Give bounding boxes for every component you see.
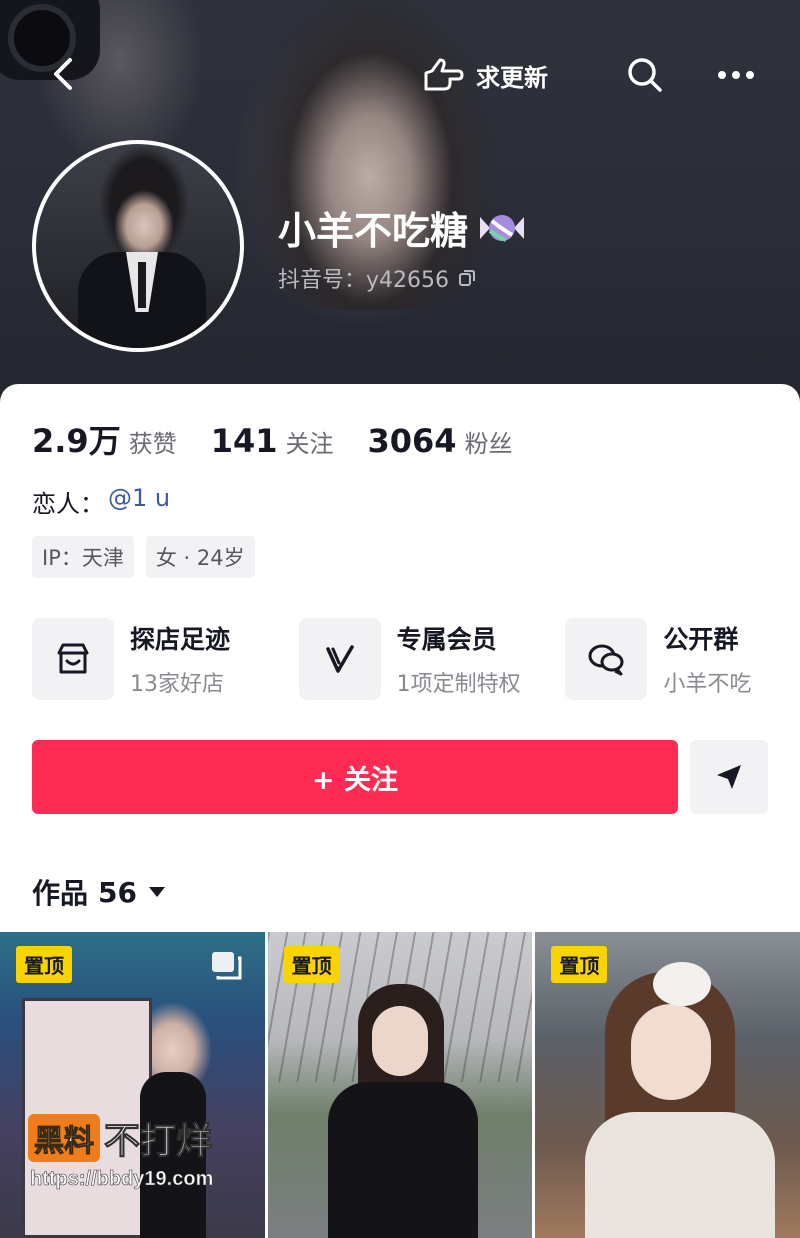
vip-icon bbox=[325, 645, 354, 673]
group-chat-icon bbox=[588, 644, 624, 676]
send-arrow-icon bbox=[717, 765, 741, 789]
image-set-icon bbox=[212, 952, 242, 980]
pinned-badge: 置顶 bbox=[283, 946, 340, 983]
shop-icon bbox=[57, 643, 89, 674]
works-tab[interactable]: 作品 56 bbox=[32, 872, 167, 912]
more-dots-icon bbox=[718, 71, 754, 79]
service-vip-title: 专属会员 bbox=[396, 625, 497, 654]
search-button[interactable] bbox=[624, 54, 666, 96]
ip-tag: IP：天津 bbox=[32, 536, 134, 578]
avatar[interactable] bbox=[32, 140, 244, 352]
stat-likes[interactable]: 2.9万 获赞 bbox=[32, 416, 177, 462]
stat-followers[interactable]: 3064 粉丝 bbox=[368, 422, 513, 460]
video-thumbnail[interactable]: 置顶 bbox=[535, 932, 800, 1238]
back-button[interactable] bbox=[44, 52, 84, 96]
lover-link[interactable]: @1 u bbox=[108, 484, 170, 519]
request-update-label: 求更新 bbox=[476, 63, 548, 92]
service-shop-visits[interactable]: 探店足迹 13家好店 bbox=[32, 618, 299, 700]
stat-following-count: 141 bbox=[210, 422, 278, 460]
service-group[interactable]: 公开群 小羊不吃 bbox=[565, 618, 800, 700]
lover-label: 恋人： bbox=[32, 490, 104, 518]
stat-following-label: 关注 bbox=[285, 430, 334, 458]
service-group-sub: 小羊不吃 bbox=[663, 672, 752, 697]
service-shop-sub: 13家好店 bbox=[130, 672, 224, 697]
service-vip[interactable]: 专属会员 1项定制特权 bbox=[298, 618, 566, 700]
service-vip-sub: 1项定制特权 bbox=[396, 672, 521, 697]
nickname: 小羊不吃糖 bbox=[278, 200, 528, 255]
copy-icon[interactable] bbox=[457, 268, 477, 288]
service-shop-title: 探店足迹 bbox=[130, 625, 231, 654]
stat-followers-count: 3064 bbox=[367, 422, 457, 460]
follow-button-label: + 关注 bbox=[311, 764, 399, 796]
pinned-badge: 置顶 bbox=[551, 946, 608, 983]
chevron-left-icon bbox=[54, 58, 72, 90]
stat-followers-label: 粉丝 bbox=[464, 430, 513, 458]
service-group-title: 公开群 bbox=[663, 625, 739, 654]
gender-age-tag: 女 · 24岁 bbox=[145, 536, 255, 578]
works-tab-count: 56 bbox=[98, 875, 137, 909]
stat-likes-label: 获赞 bbox=[128, 430, 177, 458]
account-id[interactable]: 抖音号：y42656 bbox=[278, 262, 477, 294]
watermark-box: 黑料 bbox=[28, 1114, 100, 1162]
video-thumbnail[interactable]: 置顶 bbox=[267, 932, 533, 1238]
share-button[interactable] bbox=[690, 740, 768, 814]
stat-following[interactable]: 141 关注 bbox=[211, 422, 334, 460]
profile-tags: IP：天津 女 · 24岁 bbox=[32, 536, 255, 578]
nickname-text: 小羊不吃糖 bbox=[278, 209, 469, 253]
profile-sheet: 2.9万 获赞 141 关注 3064 粉丝 恋人： @1 u IP：天津 女 … bbox=[0, 384, 800, 1238]
works-tab-label: 作品 bbox=[32, 877, 89, 910]
candy-icon bbox=[480, 214, 525, 242]
video-thumbnail[interactable]: 置顶 黑料 不打烊 https://bbdy19.com bbox=[0, 932, 265, 1238]
caret-down-icon bbox=[148, 887, 165, 897]
stat-likes-count: 2.9万 bbox=[32, 422, 121, 460]
services-row: 探店足迹 13家好店 专属会员 1项定制特权 公开群 小羊不吃 bbox=[32, 618, 800, 700]
request-update-button[interactable]: 求更新 bbox=[420, 52, 548, 98]
stats-row: 2.9万 获赞 141 关注 3064 粉丝 bbox=[32, 416, 513, 462]
watermark: 黑料 不打烊 bbox=[28, 1112, 213, 1164]
account-id-text: 抖音号：y42656 bbox=[278, 268, 450, 293]
follow-button[interactable]: + 关注 bbox=[32, 740, 678, 814]
search-icon bbox=[628, 58, 662, 92]
pinned-badge: 置顶 bbox=[16, 946, 72, 983]
watermark-url: https://bbdy19.com bbox=[30, 1168, 214, 1191]
pointing-hand-icon bbox=[424, 58, 464, 91]
works-grid: 置顶 黑料 不打烊 https://bbdy19.com 置顶 置顶 bbox=[0, 932, 800, 1238]
lover-line: 恋人： @1 u bbox=[32, 484, 170, 519]
watermark-text: 不打烊 bbox=[103, 1121, 213, 1163]
profile-banner: 求更新 小羊不吃糖 抖音号：y42656 bbox=[0, 0, 800, 420]
more-button[interactable] bbox=[714, 56, 758, 94]
